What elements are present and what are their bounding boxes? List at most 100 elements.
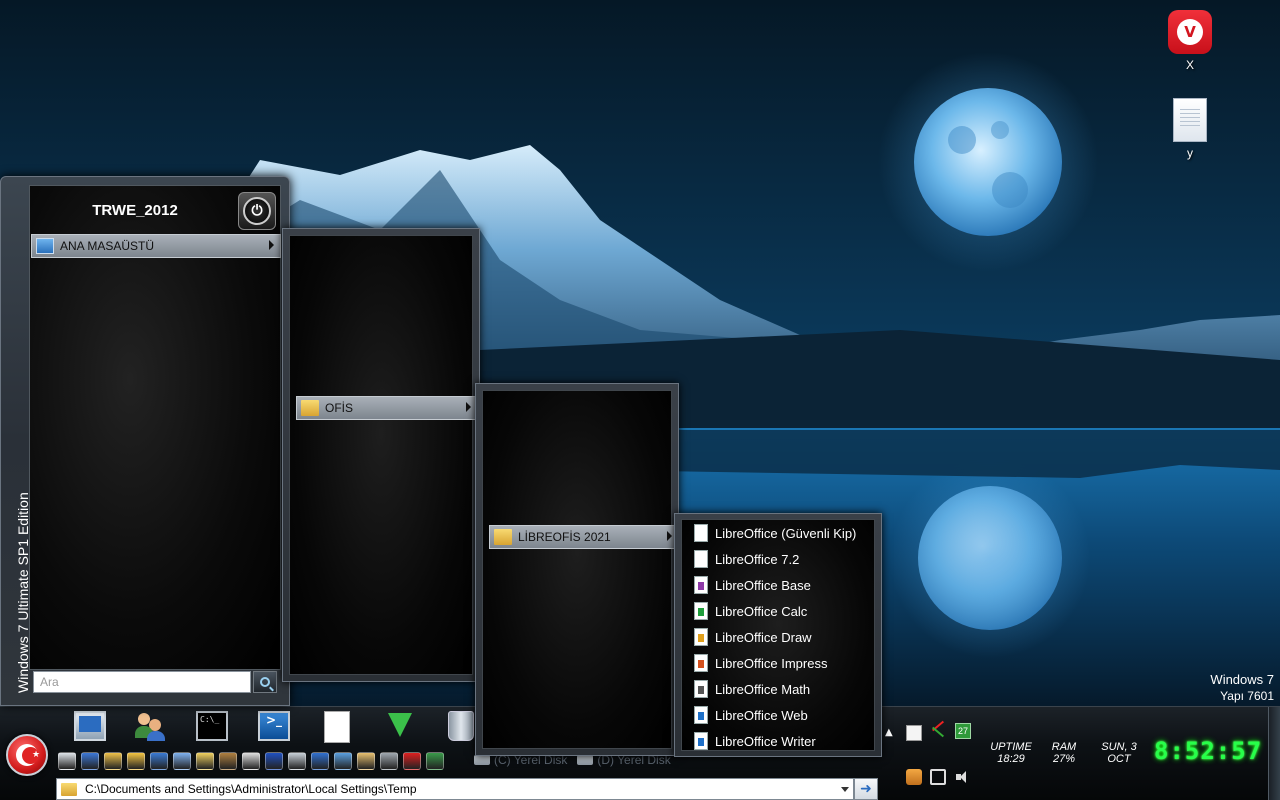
search-button[interactable]: [253, 671, 277, 693]
quick-launch-icon[interactable]: [242, 752, 260, 770]
vivaldi-browser-icon: V: [1168, 10, 1212, 54]
security-icon[interactable]: [906, 769, 922, 785]
date-gadget[interactable]: SUN, 3 OCT: [1094, 741, 1144, 765]
menu-item-label: LibreOffice Math: [715, 681, 811, 697]
hard-drive-icon: [577, 755, 594, 765]
quick-launch-toolbar: [58, 752, 444, 770]
watermark-build: Yapı 7601: [1220, 689, 1274, 703]
uptime-gadget: UPTIME 18:29: [984, 741, 1038, 765]
menu-item-libreoffice-writer[interactable]: LibreOffice Writer: [692, 728, 878, 754]
recycle-bin-icon[interactable]: [448, 711, 474, 741]
quick-launch-icon[interactable]: [104, 752, 122, 770]
quick-launch-icon[interactable]: [127, 752, 145, 770]
impress-icon: [694, 654, 708, 672]
address-path: C:\Documents and Settings\Administrator\…: [85, 782, 417, 796]
quick-launch-icon[interactable]: [403, 752, 421, 770]
menu-item-ofis[interactable]: OFİS: [296, 396, 478, 420]
shutdown-button[interactable]: ⏻: [238, 192, 276, 230]
menu-item-label: LİBREOFİS 2021: [518, 530, 611, 544]
menu-item-libreofis-2021[interactable]: LİBREOFİS 2021: [489, 525, 679, 549]
users-icon[interactable]: [134, 711, 166, 741]
desktop-folder-icon: [36, 238, 54, 254]
menu-item-libreoffice-math[interactable]: LibreOffice Math: [692, 676, 878, 702]
writer-icon: [694, 732, 708, 750]
windows-build-watermark: Windows 7 Yapı 7601: [1210, 671, 1274, 705]
menu-item-libreoffice-draw[interactable]: LibreOffice Draw: [692, 624, 878, 650]
menu-item-libreoffice-safe-mode[interactable]: LibreOffice (Güvenli Kip): [692, 520, 878, 546]
calc-icon: [694, 602, 708, 620]
calendar-day: 27: [957, 726, 968, 736]
ram-label: RAM: [1051, 741, 1077, 753]
arrow-right-icon: ➜: [860, 781, 872, 797]
submenu-arrow-icon: [269, 240, 274, 250]
desktop-file-label: y: [1187, 146, 1193, 160]
menu-item-libreoffice-impress[interactable]: LibreOffice Impress: [692, 650, 878, 676]
folder-icon: [301, 400, 319, 416]
submenu-pane: LİBREOFİS 2021: [482, 390, 679, 749]
quick-launch-icon[interactable]: [426, 752, 444, 770]
powershell-icon[interactable]: >_: [258, 711, 290, 741]
show-hidden-icons-button[interactable]: ▲: [885, 727, 893, 738]
quick-launch-icon[interactable]: [265, 752, 283, 770]
blank-document-icon[interactable]: [324, 711, 350, 743]
quick-launch-icon[interactable]: [81, 752, 99, 770]
command-prompt-icon[interactable]: C:\_: [196, 711, 228, 741]
base-icon: [694, 576, 708, 594]
quick-launch-icon[interactable]: [380, 752, 398, 770]
start-button[interactable]: ★: [6, 734, 48, 776]
folder-icon: [494, 529, 512, 545]
menu-item-label: LibreOffice Writer: [715, 733, 816, 749]
digital-clock[interactable]: 8:52:57: [1154, 737, 1262, 765]
volume-icon[interactable]: [955, 769, 971, 785]
menu-item-label: LibreOffice Draw: [715, 629, 812, 645]
submenu-pane: LibreOffice (Güvenli Kip) LibreOffice 7.…: [681, 519, 875, 751]
vivaldi-logo: V: [1177, 19, 1203, 45]
desktop-file-y[interactable]: y: [1160, 98, 1220, 160]
folder-icon: [61, 782, 77, 796]
uptime-label: UPTIME: [990, 741, 1032, 753]
menu-item-libreoffice-base[interactable]: LibreOffice Base: [692, 572, 878, 598]
quick-launch-icon[interactable]: [288, 752, 306, 770]
date-month: OCT: [1107, 753, 1131, 765]
menu-item-label: LibreOffice Web: [715, 707, 808, 723]
menu-item-libreoffice-calc[interactable]: LibreOffice Calc: [692, 598, 878, 624]
show-desktop-button[interactable]: [1268, 707, 1280, 800]
desktop-shortcut-x[interactable]: V X: [1160, 10, 1220, 72]
menu-item-label: LibreOffice Impress: [715, 655, 828, 671]
math-icon: [694, 680, 708, 698]
quick-launch-icon[interactable]: [58, 752, 76, 770]
submenu-pane: OFİS: [289, 235, 478, 675]
menu-item-libreoffice[interactable]: LibreOffice 7.2: [692, 546, 878, 572]
chevron-down-icon[interactable]: [841, 787, 849, 792]
download-icon[interactable]: [384, 711, 416, 741]
quick-launch-icon[interactable]: [150, 752, 168, 770]
menu-item-ana-masaustu[interactable]: ANA MASAÜSTÜ: [31, 234, 281, 258]
menu-item-label: OFİS: [325, 401, 354, 415]
notification-icon[interactable]: [906, 725, 922, 741]
go-button[interactable]: ➜: [854, 778, 878, 800]
quick-launch-icon[interactable]: [334, 752, 352, 770]
menu-item-label: ANA MASAÜSTÜ: [60, 239, 155, 253]
network-icon[interactable]: [930, 769, 946, 785]
address-bar[interactable]: C:\Documents and Settings\Administrator\…: [56, 778, 854, 800]
draw-icon: [694, 628, 708, 646]
web-icon: [694, 706, 708, 724]
start-search-input[interactable]: Ara: [33, 671, 251, 693]
calendar-icon[interactable]: 27: [955, 723, 971, 739]
quick-launch-icon[interactable]: [173, 752, 191, 770]
start-menu: Windows 7 Ultimate SP1 Edition TRWE_2012…: [0, 176, 290, 706]
text-document-icon: [1173, 98, 1207, 142]
computer-icon[interactable]: [74, 711, 106, 741]
quick-launch-icon[interactable]: [357, 752, 375, 770]
network-activity-icon[interactable]: [930, 723, 946, 739]
submenu-panel-ana-masaustu: OFİS: [282, 228, 480, 682]
edition-strip: Windows 7 Ultimate SP1 Edition: [1, 177, 31, 707]
quick-launch-icon[interactable]: [219, 752, 237, 770]
quick-launch-icon[interactable]: [311, 752, 329, 770]
document-icon: [694, 550, 708, 568]
quick-launch-icon[interactable]: [196, 752, 214, 770]
search-placeholder: Ara: [40, 675, 59, 689]
menu-item-libreoffice-web[interactable]: LibreOffice Web: [692, 702, 878, 728]
submenu-panel-libreofis-2021: LibreOffice (Güvenli Kip) LibreOffice 7.…: [674, 513, 882, 757]
menu-item-label: LibreOffice 7.2: [715, 551, 800, 567]
